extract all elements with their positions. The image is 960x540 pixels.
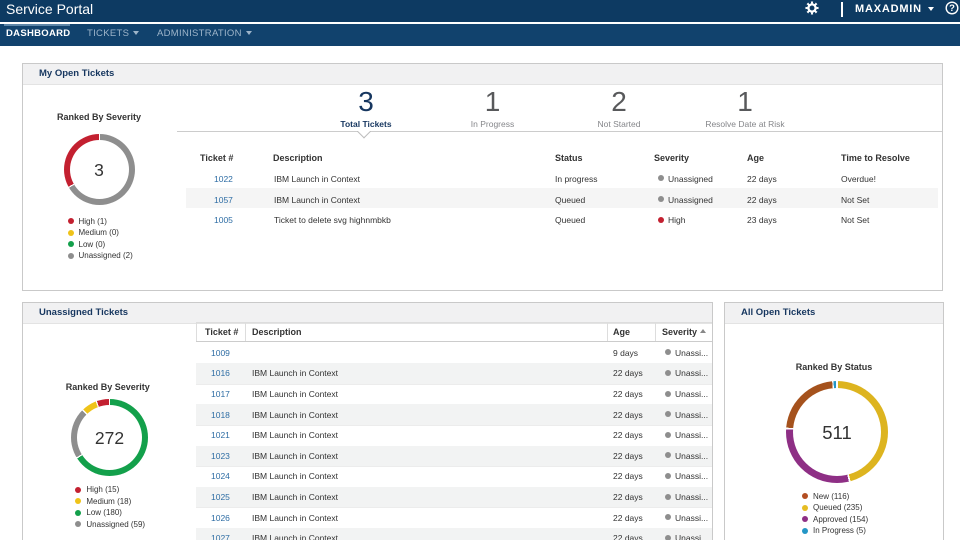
svg-text:?: ?: [949, 3, 955, 14]
